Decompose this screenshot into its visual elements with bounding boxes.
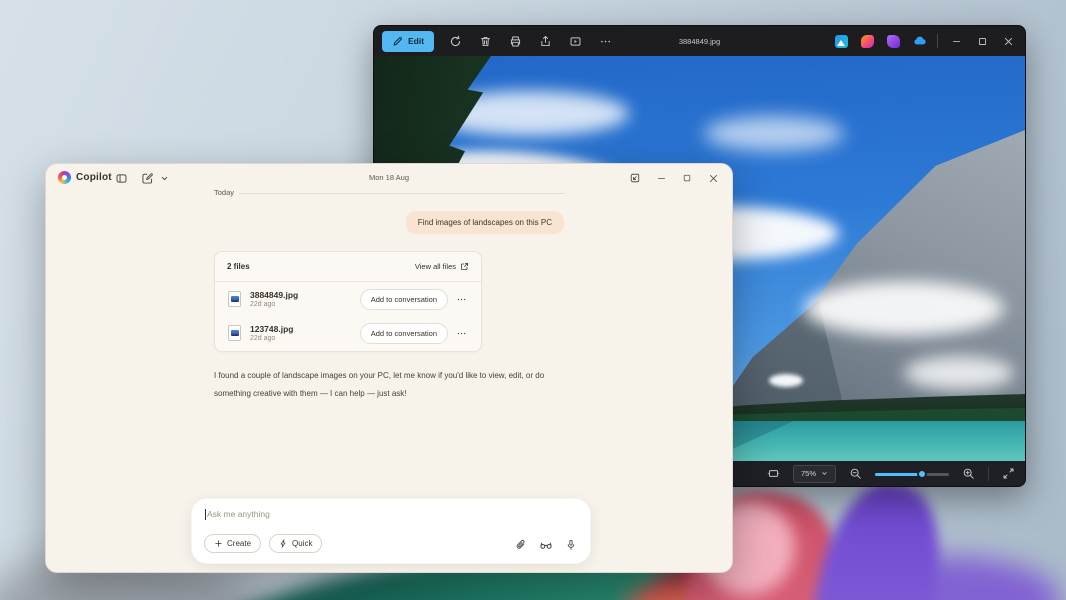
today-divider — [239, 193, 564, 194]
pencil-icon — [392, 36, 403, 47]
quick-button-label: Quick — [292, 539, 312, 548]
quick-button[interactable]: Quick — [269, 534, 322, 553]
zoom-slider[interactable] — [875, 468, 949, 480]
file-more-icon[interactable] — [451, 294, 471, 305]
external-link-icon — [460, 262, 469, 271]
edit-button[interactable]: Edit — [382, 31, 434, 52]
copilot-header: Copilot Mon 18 Aug — [46, 164, 732, 192]
file-age: 22d ago — [250, 300, 360, 309]
today-section-label: Today — [214, 188, 234, 197]
composer: Create Quick — [191, 498, 591, 564]
slideshow-icon[interactable] — [567, 33, 584, 50]
view-all-files-label: View all files — [415, 262, 456, 271]
fullscreen-icon[interactable] — [1000, 465, 1017, 482]
compact-mode-icon[interactable] — [622, 167, 648, 189]
titlebar-divider — [937, 34, 938, 48]
edit-button-label: Edit — [408, 36, 424, 46]
files-card: 2 files View all files 3884849.jpg 22d a… — [214, 251, 482, 352]
desktop: Edit — [0, 0, 1066, 600]
copilot-close-button[interactable] — [700, 167, 726, 189]
copilot-window: Copilot Mon 18 Aug — [45, 163, 733, 573]
file-age: 22d ago — [250, 334, 360, 343]
add-to-conversation-button[interactable]: Add to conversation — [360, 323, 448, 344]
cloud — [904, 356, 1014, 390]
zoom-percent-value: 75% — [801, 469, 816, 478]
delete-icon[interactable] — [477, 33, 494, 50]
file-row[interactable]: 3884849.jpg 22d ago Add to conversation — [215, 282, 481, 316]
create-button[interactable]: Create — [204, 534, 261, 553]
cloud — [704, 116, 844, 151]
rotate-icon[interactable] — [447, 33, 464, 50]
assistant-message: I found a couple of landscape images on … — [214, 367, 586, 403]
lightning-icon — [279, 539, 288, 548]
view-all-files-link[interactable]: View all files — [415, 262, 469, 271]
photos-minimize-button[interactable] — [943, 28, 969, 54]
photo-edit-app-icon[interactable] — [828, 28, 854, 54]
designer-app-icon[interactable] — [854, 28, 880, 54]
plus-icon — [214, 539, 223, 548]
add-to-conversation-button[interactable]: Add to conversation — [360, 289, 448, 310]
photo-snow-patch — [769, 374, 803, 387]
ask-input[interactable] — [207, 506, 507, 522]
clipchamp-app-icon[interactable] — [880, 28, 906, 54]
vision-glasses-icon[interactable] — [539, 538, 553, 552]
onedrive-icon[interactable] — [906, 28, 932, 54]
user-message-bubble: Find images of landscapes on this PC — [406, 211, 564, 234]
file-more-icon[interactable] — [451, 328, 471, 339]
more-options-icon[interactable] — [597, 33, 614, 50]
image-file-icon — [228, 325, 241, 341]
create-button-label: Create — [227, 539, 251, 548]
image-file-icon — [228, 291, 241, 307]
zoom-out-icon[interactable] — [847, 465, 864, 482]
fit-to-window-icon[interactable] — [765, 465, 782, 482]
zoom-slider-thumb[interactable] — [917, 469, 927, 479]
file-row[interactable]: 123748.jpg 22d ago Add to conversation — [215, 316, 481, 350]
zoom-percent-dropdown[interactable]: 75% — [793, 465, 836, 483]
zoom-in-icon[interactable] — [960, 465, 977, 482]
photos-titlebar: Edit — [374, 26, 1025, 56]
print-icon[interactable] — [507, 33, 524, 50]
file-name: 123748.jpg — [250, 324, 360, 334]
text-caret — [205, 509, 206, 520]
microphone-icon[interactable] — [564, 538, 578, 552]
file-name: 3884849.jpg — [250, 290, 360, 300]
copilot-maximize-button[interactable] — [674, 167, 700, 189]
photos-close-button[interactable] — [995, 28, 1021, 54]
photos-maximize-button[interactable] — [969, 28, 995, 54]
cloud — [804, 281, 1004, 336]
zoombar-divider — [988, 467, 989, 481]
attach-icon[interactable] — [514, 538, 528, 552]
assistant-message-line: I found a couple of landscape images on … — [214, 367, 586, 385]
copilot-minimize-button[interactable] — [648, 167, 674, 189]
chevron-down-icon — [821, 470, 828, 477]
share-icon[interactable] — [537, 33, 554, 50]
zoom-slider-fill — [875, 473, 919, 476]
files-count-label: 2 files — [227, 262, 250, 271]
assistant-message-line: something creative with them — I can hel… — [214, 385, 586, 403]
